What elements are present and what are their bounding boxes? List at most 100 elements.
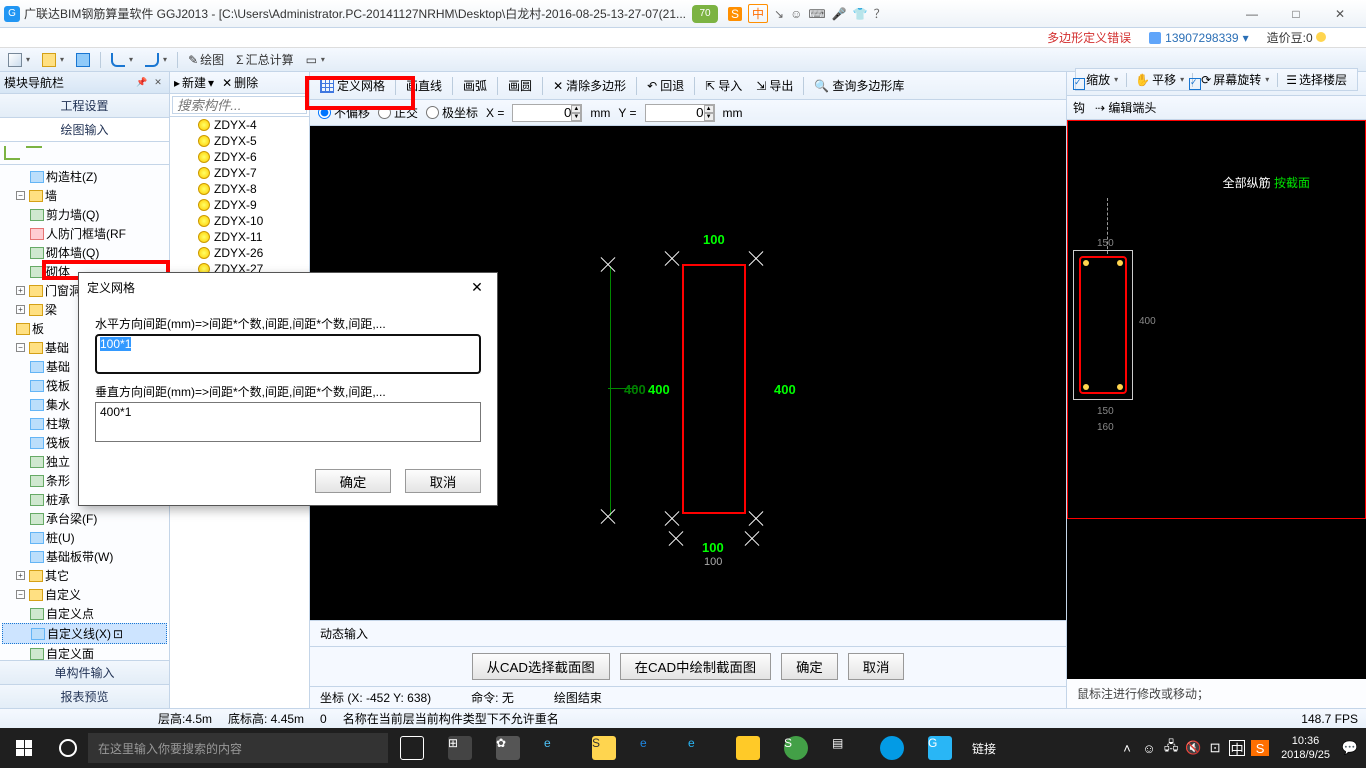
list-item[interactable]: ZDYX-5	[170, 133, 309, 149]
tree-item[interactable]: 基础	[46, 358, 70, 375]
tree-item[interactable]: 自定义点	[46, 605, 94, 622]
export-button[interactable]: ⇲ 导出	[750, 75, 799, 97]
ime-emoji-icon[interactable]: ☺	[790, 7, 802, 21]
more-button[interactable]: ▭	[302, 50, 329, 70]
section-canvas[interactable]: 全部纵筋 按截面 150 400 150 160	[1067, 120, 1366, 679]
tree-folder[interactable]: 基础	[45, 339, 69, 356]
import-button[interactable]: ⇱ 导入	[699, 75, 748, 97]
task-view-icon[interactable]	[388, 728, 436, 768]
list-item[interactable]: ZDYX-26	[170, 245, 309, 261]
app-icon[interactable]	[868, 728, 916, 768]
rotate-button[interactable]: ⟳ 屏幕旋转	[1197, 71, 1273, 88]
edit-end-button[interactable]: ⇢ 编辑端头	[1095, 99, 1156, 116]
query-poly-button[interactable]: 🔍 查询多边形库	[808, 75, 910, 97]
list-item[interactable]: ZDYX-7	[170, 165, 309, 181]
list-item[interactable]: ZDYX-11	[170, 229, 309, 245]
minimize-button[interactable]: —	[1230, 2, 1274, 26]
list-item[interactable]: ZDYX-9	[170, 197, 309, 213]
tray-up-icon[interactable]: ˄	[1119, 740, 1135, 756]
draw-circle-button[interactable]: 画圆	[502, 75, 538, 97]
list-item[interactable]: ZDYX-4	[170, 117, 309, 133]
app-icon[interactable]: ▤	[820, 728, 868, 768]
tree-item[interactable]: 基础板带(W)	[46, 548, 113, 565]
new-doc-button[interactable]	[4, 50, 34, 70]
x-spin-up[interactable]: ▲	[571, 105, 581, 113]
app-icon[interactable]: S	[772, 728, 820, 768]
network-icon[interactable]: 🖧	[1163, 740, 1179, 756]
ime-icon[interactable]: ↘	[774, 7, 784, 21]
tree-item[interactable]: 筏板	[46, 377, 70, 394]
list-item[interactable]: ZDYX-6	[170, 149, 309, 165]
y-spin-down[interactable]: ▼	[704, 113, 714, 121]
sigma-button[interactable]: Σ 汇总计算	[232, 50, 297, 70]
clear-poly-button[interactable]: ✕ 清除多边形	[547, 75, 632, 97]
list-item[interactable]: ZDYX-10	[170, 213, 309, 229]
tree-item[interactable]: 桩(U)	[46, 529, 75, 546]
hook-label[interactable]: 钩	[1073, 99, 1085, 116]
back-button[interactable]: ↶ 回退	[641, 75, 690, 97]
undo-button[interactable]	[107, 50, 137, 70]
sogou-icon[interactable]: S	[728, 7, 742, 21]
tree-item[interactable]: 剪力墙(Q)	[46, 206, 99, 223]
tree-collapse-icon[interactable]	[26, 146, 42, 160]
edge-icon[interactable]: e	[532, 728, 580, 768]
tray-icon[interactable]: ☺	[1141, 740, 1157, 756]
list-delete-button[interactable]: ✕ 删除	[222, 74, 258, 91]
list-new-button[interactable]: ▸ 新建▾	[174, 74, 214, 91]
app-icon[interactable]: ✿	[484, 728, 532, 768]
dialog-cancel-button[interactable]: 取消	[405, 469, 481, 493]
tree-item[interactable]: 承台梁(F)	[46, 510, 97, 527]
app-icon[interactable]: G	[916, 728, 964, 768]
center-cancel-button[interactable]: 取消	[848, 653, 905, 680]
nav-tab-draw[interactable]: 绘图输入	[0, 118, 169, 142]
tree-item[interactable]: 桩承	[46, 491, 70, 508]
search-input[interactable]	[172, 96, 307, 114]
ime-help-icon[interactable]: ？	[874, 5, 886, 22]
cad-draw-button[interactable]: 在CAD中绘制截面图	[620, 653, 771, 680]
y-spin-up[interactable]: ▲	[704, 105, 714, 113]
h-spacing-input[interactable]	[95, 334, 481, 374]
ime-mic-icon[interactable]: 🎤	[832, 7, 847, 21]
tree-folder[interactable]: 自定义	[45, 586, 81, 603]
app-icon[interactable]: ⊞	[436, 728, 484, 768]
tree-folder[interactable]: 梁	[45, 301, 57, 318]
tree-folder[interactable]: 板	[32, 320, 44, 337]
explorer-icon[interactable]	[724, 728, 772, 768]
tree-item[interactable]: 构造柱(Z)	[46, 168, 97, 185]
ime-lang-icon[interactable]: 中	[748, 4, 768, 23]
tree-expand-icon[interactable]	[4, 146, 20, 160]
tree-item[interactable]: 筏板	[46, 434, 70, 451]
maximize-button[interactable]: □	[1274, 2, 1318, 26]
app-icon[interactable]: S	[580, 728, 628, 768]
tree-item[interactable]: 独立	[46, 453, 70, 470]
x-spin-down[interactable]: ▼	[571, 113, 581, 121]
account-info[interactable]: 13907298339 ▾	[1149, 31, 1248, 45]
tree-item[interactable]: 柱墩	[46, 415, 70, 432]
tree-folder[interactable]: 门窗洞	[45, 282, 81, 299]
tree-item-selected[interactable]: 自定义线(X)	[47, 625, 111, 642]
redo-button[interactable]	[141, 50, 171, 70]
nav-foot-single[interactable]: 单构件输入	[0, 660, 169, 684]
center-ok-button[interactable]: 确定	[781, 653, 838, 680]
taskbar-link[interactable]: 链接	[964, 740, 1004, 757]
save-doc-button[interactable]	[72, 50, 94, 70]
ie-icon[interactable]: e	[676, 728, 724, 768]
ime-keyboard-icon[interactable]: ⌨	[808, 7, 825, 21]
cad-select-button[interactable]: 从CAD选择截面图	[472, 653, 610, 680]
tree-item[interactable]: 人防门框墙(RF	[46, 225, 126, 242]
tree-item[interactable]: 集水	[46, 396, 70, 413]
tray-icon[interactable]: ⊡	[1207, 740, 1223, 756]
pan-button[interactable]: ✋ 平移	[1131, 71, 1188, 88]
ime-skin-icon[interactable]: 👕	[853, 7, 868, 21]
draw-arc-button[interactable]: 画弧	[457, 75, 493, 97]
pin-icon[interactable]: 📌	[135, 76, 149, 90]
tree-item[interactable]: 自定义面	[46, 645, 94, 660]
taskbar-search[interactable]: 在这里输入你要搜索的内容	[88, 733, 388, 763]
close-button[interactable]: ✕	[1318, 2, 1362, 26]
panel-close-icon[interactable]: ✕	[151, 76, 165, 90]
ime-tray-icon[interactable]: 中	[1229, 740, 1245, 756]
dialog-ok-button[interactable]: 确定	[315, 469, 391, 493]
sogou-tray-icon[interactable]: S	[1251, 740, 1269, 756]
floor-select-button[interactable]: ☰ 选择楼层	[1282, 71, 1351, 88]
zoom-button[interactable]: 缩放	[1082, 71, 1122, 88]
